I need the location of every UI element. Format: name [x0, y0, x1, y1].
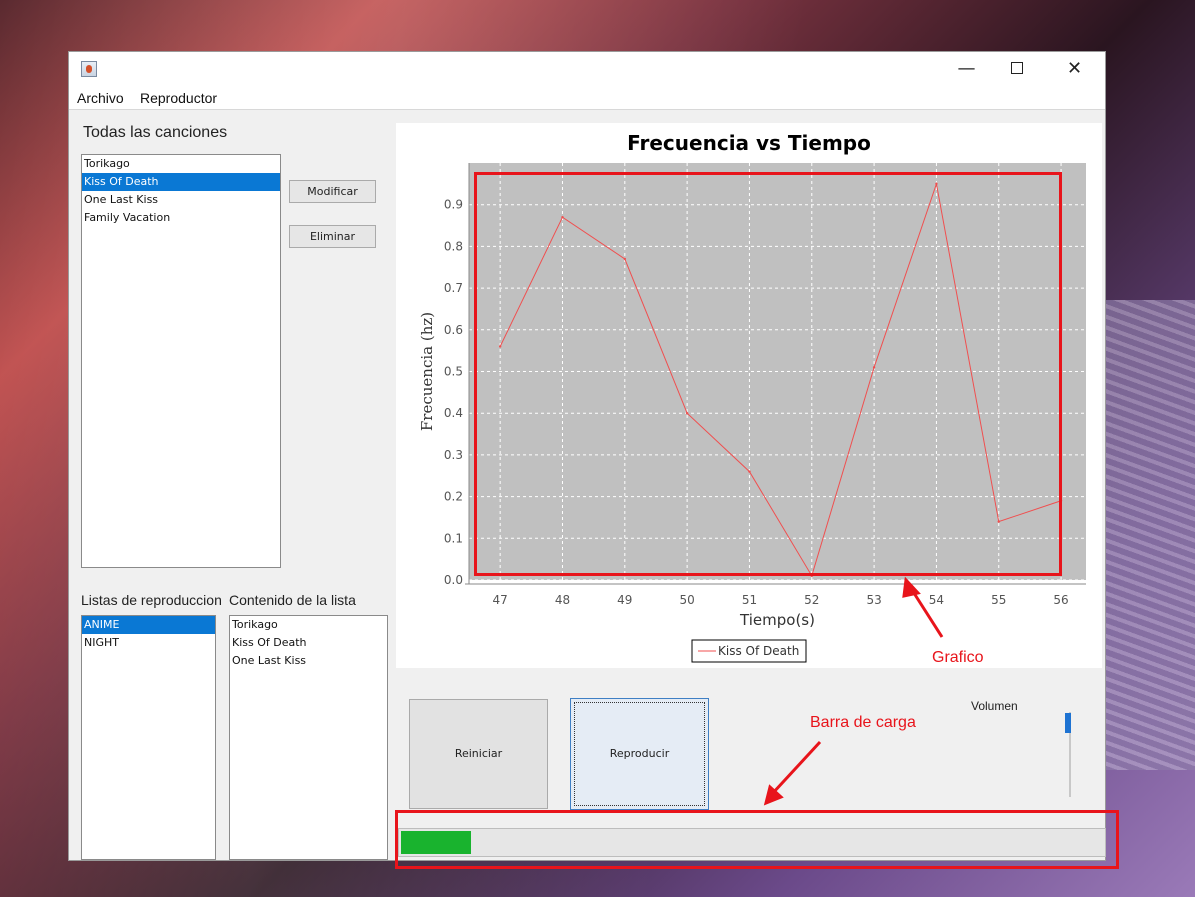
arrow-chart: [910, 589, 944, 638]
arrow-chart-head: [902, 576, 921, 598]
annotation-arrows: [763, 576, 944, 806]
arrow-bar: [770, 740, 822, 796]
arrow-bar-head: [763, 784, 784, 806]
